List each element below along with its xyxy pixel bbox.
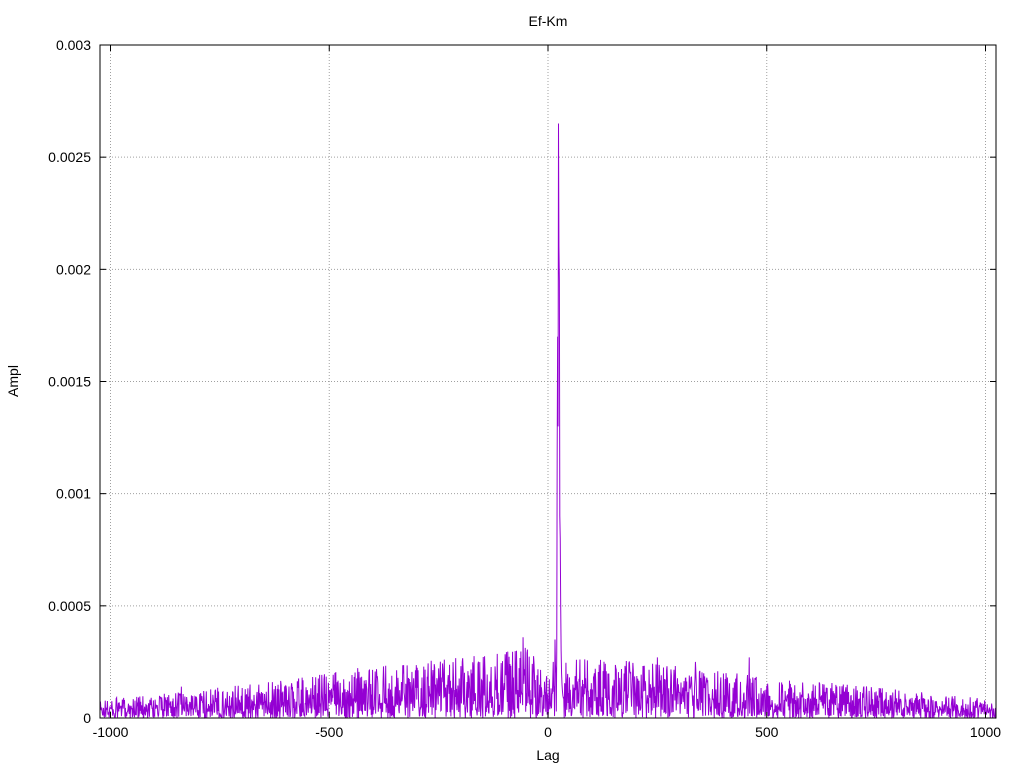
grid-lines — [100, 45, 996, 718]
y-tick-label: 0.0015 — [48, 374, 91, 390]
x-tick-labels: -1000 -500 0 500 1000 — [93, 724, 1002, 740]
x-axis-label: Lag — [536, 747, 559, 763]
y-tick-label: 0.001 — [56, 486, 91, 502]
y-axis-label: Ampl — [5, 365, 21, 397]
chart-title: Ef-Km — [529, 13, 568, 29]
y-tick-label: 0 — [83, 710, 91, 726]
x-tick-label: 1000 — [970, 724, 1001, 740]
y-tick-label: 0.0005 — [48, 598, 91, 614]
x-tick-label: -500 — [315, 724, 343, 740]
y-tick-label: 0.0025 — [48, 149, 91, 165]
chart: -1000 -500 0 500 1000 0 0.0005 0.001 0.0015 0.00… — [5, 13, 1002, 763]
y-tick-label: 0.003 — [56, 37, 91, 53]
y-tick-labels: 0 0.0005 0.001 0.0015 0.002 0.0025 0.003 — [48, 37, 91, 726]
x-tick-label: -1000 — [93, 724, 129, 740]
x-tick-label: 500 — [755, 724, 779, 740]
y-tick-label: 0.002 — [56, 261, 91, 277]
x-tick-label: 0 — [544, 724, 552, 740]
